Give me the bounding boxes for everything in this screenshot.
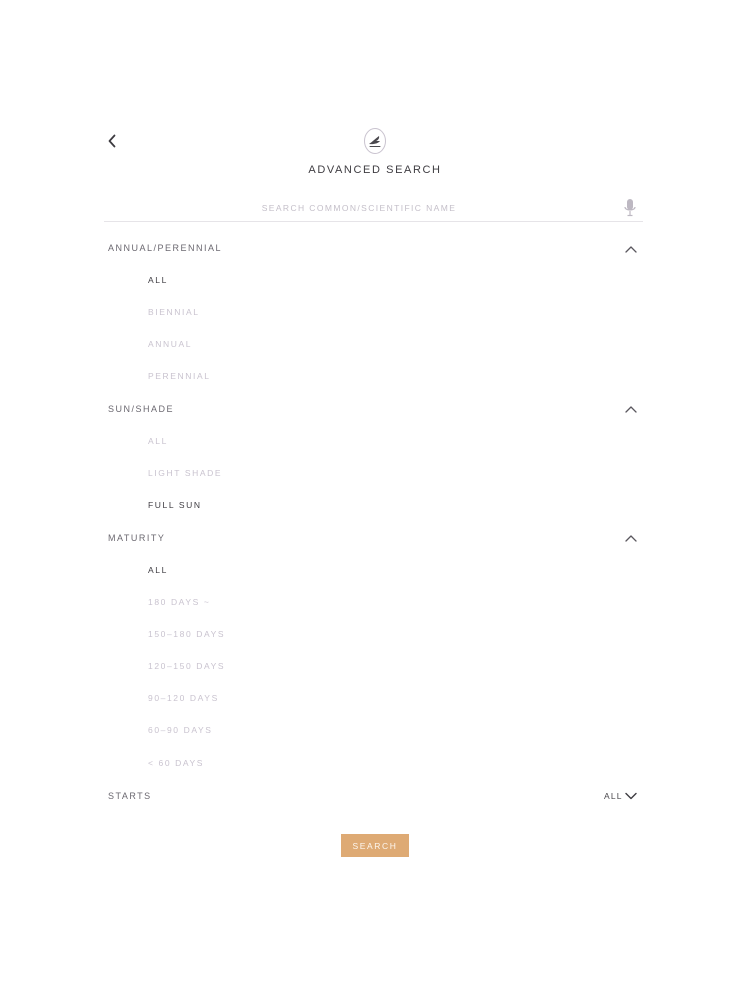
section-maturity-label: MATURITY <box>108 533 166 543</box>
chevron-left-icon <box>108 134 116 148</box>
chevron-up-icon[interactable] <box>623 403 639 415</box>
section-annual-perennial-label: ANNUAL/PERENNIAL <box>108 243 223 253</box>
option-perennial[interactable]: PERENNIAL <box>148 371 211 381</box>
option-150-180-days[interactable]: 150–180 DAYS <box>148 629 225 639</box>
option-120-150-days[interactable]: 120–150 DAYS <box>148 661 225 671</box>
option-60-90-days[interactable]: 60–90 DAYS <box>148 725 213 735</box>
option-180-days-plus[interactable]: 180 DAYS ~ <box>148 597 210 607</box>
starts-value[interactable]: ALL <box>604 791 623 801</box>
option-annual-all[interactable]: ALL <box>148 275 168 285</box>
option-maturity-all[interactable]: ALL <box>148 565 168 575</box>
option-light-shade[interactable]: LIGHT SHADE <box>148 468 222 478</box>
page-title: ADVANCED SEARCH <box>308 164 442 176</box>
bird-logo-icon <box>364 128 386 154</box>
search-button[interactable]: SEARCH <box>341 834 409 857</box>
section-sun-shade-label: SUN/SHADE <box>108 404 175 414</box>
search-bar <box>104 197 643 222</box>
option-annual[interactable]: ANNUAL <box>148 339 192 349</box>
option-biennial[interactable]: BIENNIAL <box>148 307 200 317</box>
section-starts-label: STARTS <box>108 791 152 801</box>
option-full-sun[interactable]: FULL SUN <box>148 500 202 510</box>
chevron-down-icon[interactable] <box>624 790 638 802</box>
microphone-icon[interactable] <box>623 198 637 218</box>
chevron-up-icon[interactable] <box>623 243 639 255</box>
option-90-120-days[interactable]: 90–120 DAYS <box>148 693 219 703</box>
option-sun-all[interactable]: ALL <box>148 436 168 446</box>
back-button[interactable] <box>103 131 121 151</box>
search-input[interactable] <box>104 197 614 219</box>
chevron-up-icon[interactable] <box>623 532 639 544</box>
option-under-60-days[interactable]: < 60 DAYS <box>148 758 204 768</box>
